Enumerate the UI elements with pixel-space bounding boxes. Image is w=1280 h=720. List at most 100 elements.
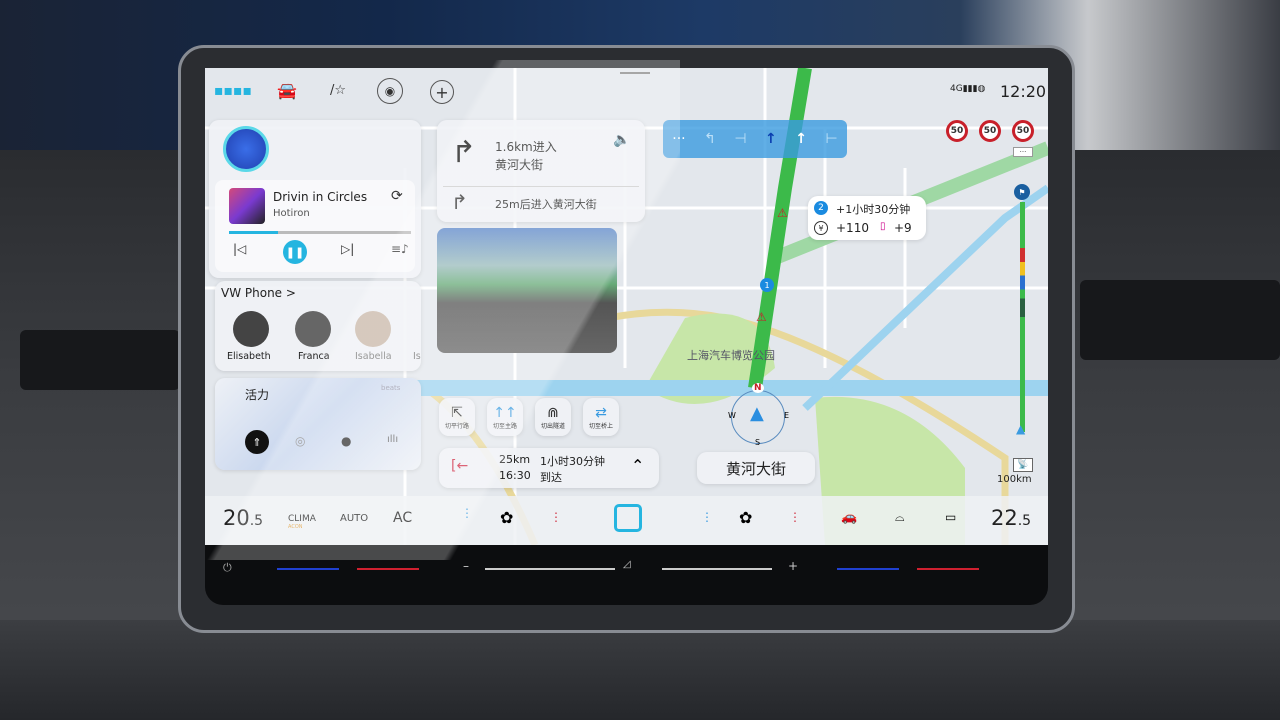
volume-slider-right[interactable] (662, 568, 772, 570)
lane-left-straight-icon: ⊣ (734, 131, 747, 147)
temp-int: 22 (991, 506, 1018, 530)
air-recirculation-icon[interactable]: 🚗 (841, 510, 857, 525)
vitality-title: 活力 (245, 388, 270, 402)
right-seat-cooling-icon[interactable]: ⋮ (701, 510, 713, 524)
lane-guidance: ··· ↰ ⊣ ↑ ↑ ⊢ (663, 120, 847, 158)
playlist-icon[interactable]: ≡♪ (391, 242, 409, 256)
right-seat-heating-icon[interactable]: ⋮ (789, 510, 801, 524)
temp-dec: .5 (249, 513, 264, 529)
right-temp-heat-slider[interactable] (917, 568, 979, 570)
rear-defrost-icon[interactable]: ▭ (945, 510, 956, 524)
avatar[interactable] (355, 311, 391, 347)
volume-down-button[interactable]: – (463, 559, 469, 573)
route-option-label: 切出隧道 (540, 422, 565, 430)
air-vent (1080, 280, 1280, 360)
vehicle-arrow-icon: ▲ (750, 403, 764, 424)
voice-assistant-avatar[interactable] (223, 126, 269, 172)
next-instruction: 25m后进入黄河大街 (495, 198, 597, 211)
avatar[interactable] (295, 311, 331, 347)
avatar[interactable] (233, 311, 269, 347)
left-seat-fan-icon[interactable]: ✿ (500, 508, 513, 527)
turn-road: 黄河大街 (495, 158, 544, 172)
alt-route-cost: +110 (836, 221, 869, 235)
contact-name: Franca (298, 351, 330, 362)
power-icon[interactable]: ⏻ (223, 561, 232, 575)
auto-button[interactable]: AUTO (340, 513, 368, 524)
right-temp-cool-slider[interactable] (837, 568, 899, 570)
infotainment-screen: ▪▪▪▪ 🚘 /☆ ◉ + 4G▮▮▮◍ 12:20 Drivin in Cir… (205, 68, 1048, 545)
vitality-card[interactable]: 活力 beats ⇑ ◎ ● ıllı (215, 378, 421, 470)
network-signal-icon: 4G▮▮▮◍ (950, 84, 986, 94)
repeat-icon[interactable]: ⟳ (391, 188, 403, 204)
left-temp-cool-slider[interactable] (277, 568, 339, 570)
satellite-icon[interactable]: 📡 (1013, 458, 1033, 472)
volume-slider[interactable] (485, 568, 615, 570)
route-option-parallel[interactable]: ⇱ 切平行路 (439, 398, 475, 436)
track-title: Drivin in Circles (273, 190, 368, 204)
dashboard-bottom (0, 620, 1280, 720)
ac-button[interactable]: AC (393, 510, 412, 526)
route-option-main[interactable]: ↑↑ 切至主路 (487, 398, 523, 436)
car-icon[interactable]: 🚘 (275, 78, 299, 102)
exit-navigation-icon[interactable]: [← (451, 458, 468, 474)
apps-grid-icon[interactable]: ▪▪▪▪ (214, 82, 252, 100)
phone-title-text: VW Phone (221, 286, 283, 300)
current-road-label: 黄河大街 (697, 452, 815, 484)
chevron-up-icon[interactable]: ⌃ (631, 456, 644, 475)
progress-bar[interactable] (229, 231, 411, 234)
speed-limits: 50 50 50 (946, 120, 1034, 142)
right-seat-fan-icon[interactable]: ✿ (739, 508, 752, 527)
trip-summary[interactable]: [← 25km 1小时30分钟 16:30 到达 ⌃ (439, 448, 659, 488)
clima-sublabel: ACON (288, 524, 303, 530)
turn-distance: 1.6km进入 (495, 140, 557, 154)
front-defrost-icon[interactable]: ⌓ (895, 510, 905, 525)
relax-icon[interactable]: ◎ (295, 434, 305, 448)
clima-button[interactable]: CLIMA ACON (288, 514, 316, 530)
alt-route-time: +1小时30分钟 (836, 203, 911, 216)
tunnel-icon: ⋒ (547, 404, 559, 421)
soundwave-icon[interactable]: ıllı (387, 434, 398, 445)
light-icon[interactable]: /☆ (325, 78, 351, 102)
vehicle-position-icon: ▲ (1016, 422, 1026, 436)
route-option-tunnel[interactable]: ⋒ 切出隧道 (535, 398, 571, 436)
driver-assist-icon[interactable]: ◉ (377, 78, 403, 104)
remaining-time: 1小时30分钟 (540, 455, 605, 468)
pause-button[interactable]: ❚❚ (283, 240, 307, 264)
previous-icon[interactable]: |◁ (233, 242, 246, 256)
compass-west: W (728, 411, 736, 420)
drag-handle[interactable] (620, 72, 650, 74)
home-button[interactable] (614, 504, 642, 532)
add-icon[interactable]: + (430, 80, 454, 104)
more-speed-limits-button[interactable]: ··· (1013, 147, 1033, 157)
right-temperature[interactable]: 22.5 (991, 506, 1031, 530)
remaining-distance: 25km (499, 453, 531, 466)
lane-left-icon: ↰ (704, 131, 716, 147)
beats-icon[interactable]: ● (341, 434, 351, 448)
next-icon[interactable]: ▷| (341, 242, 354, 256)
air-vent (20, 330, 180, 390)
lane-straight-active-icon: ↑ (765, 131, 777, 147)
media-card: Drivin in Circles Hotiron ⟳ |◁ ❚❚ ▷| ≡♪ (209, 120, 421, 278)
speed-limit-sign: 50 (979, 120, 1001, 142)
left-seat-heating-icon[interactable]: ⋮ (550, 510, 562, 524)
volume-up-button[interactable]: + (788, 559, 798, 573)
turn-right-icon: ↱ (451, 135, 477, 170)
compass[interactable]: N W E S ▲ (728, 383, 789, 447)
alternative-route-popup[interactable]: 2 +1小时30分钟 ¥ +110 ▯ +9 (808, 196, 926, 240)
left-seat-cooling-icon[interactable]: ⋮ (461, 507, 473, 519)
toll-icon: ¥ (814, 221, 828, 235)
left-temperature[interactable]: 20.5 (223, 506, 263, 530)
contact-name: Elisabeth (227, 351, 271, 362)
junction-view-image (437, 228, 617, 353)
route-option-bridge[interactable]: ⇄ 切至桥上 (583, 398, 619, 436)
phone-card: VW Phone > Elisabeth Franca Isabella Is (215, 281, 421, 371)
route-number-badge: 2 (814, 201, 828, 215)
phone-title[interactable]: VW Phone > (221, 286, 296, 300)
track-artist: Hotiron (273, 208, 310, 219)
warning-icon: ⚠ (756, 310, 767, 324)
left-temp-heat-slider[interactable] (357, 568, 419, 570)
voice-volume-icon[interactable]: 🔈 (613, 132, 630, 148)
vitality-mode-icon[interactable]: ⇑ (245, 430, 269, 454)
route-option-label: 切至主路 (492, 422, 517, 430)
compass-north: N (752, 383, 764, 393)
